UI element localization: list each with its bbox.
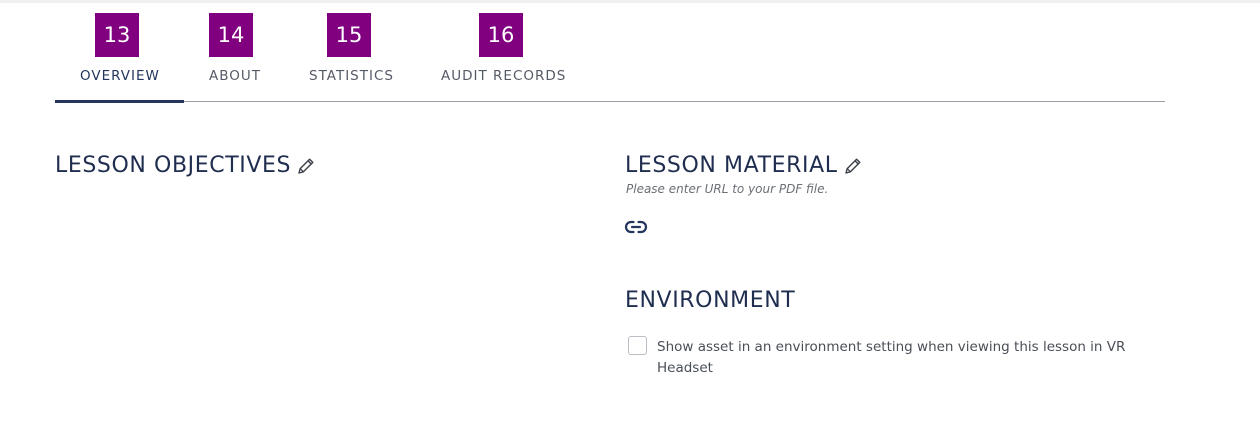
tab-active-indicator bbox=[55, 100, 184, 103]
tab-statistics-label: STATISTICS bbox=[309, 68, 394, 84]
tab-bar: 13 OVERVIEW 14 ABOUT 15 STATISTICS 16 AU… bbox=[55, 0, 1165, 103]
lesson-material-hint: Please enter URL to your PDF file. bbox=[626, 182, 829, 196]
pencil-icon[interactable] bbox=[296, 156, 316, 176]
lesson-objectives-title: LESSON OBJECTIVES bbox=[55, 153, 292, 178]
tab-audit-records[interactable]: 16 AUDIT RECORDS bbox=[441, 0, 566, 103]
tab-statistics[interactable]: 15 STATISTICS bbox=[309, 0, 404, 103]
environment-checkbox[interactable] bbox=[628, 336, 647, 355]
tab-audit-records-badge: 16 bbox=[479, 13, 523, 57]
lesson-material-heading: LESSON MATERIAL bbox=[625, 153, 863, 178]
tab-audit-records-label: AUDIT RECORDS bbox=[441, 68, 567, 84]
tab-statistics-badge: 15 bbox=[327, 13, 371, 57]
pencil-icon[interactable] bbox=[843, 156, 863, 176]
tab-overview-label: OVERVIEW bbox=[80, 68, 160, 84]
environment-checkbox-label[interactable]: Show asset in an environment setting whe… bbox=[657, 337, 1127, 379]
tab-about-badge: 14 bbox=[209, 13, 253, 57]
tab-about[interactable]: 14 ABOUT bbox=[209, 0, 269, 103]
tab-about-label: ABOUT bbox=[209, 68, 262, 84]
tab-overview[interactable]: 13 OVERVIEW bbox=[55, 0, 184, 103]
tab-overview-badge: 13 bbox=[95, 13, 139, 57]
environment-heading: ENVIRONMENT bbox=[625, 288, 796, 313]
lesson-material-title: LESSON MATERIAL bbox=[625, 153, 838, 178]
link-icon[interactable] bbox=[624, 218, 648, 236]
lesson-objectives-heading: LESSON OBJECTIVES bbox=[55, 153, 316, 178]
